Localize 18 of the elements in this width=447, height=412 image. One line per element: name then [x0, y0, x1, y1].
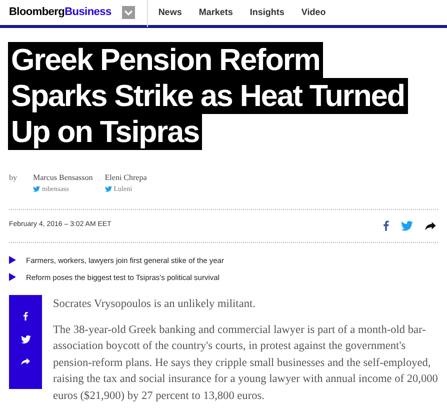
- share-icon[interactable]: [21, 358, 30, 365]
- byline-prefix: by: [9, 172, 17, 184]
- nav-link[interactable]: Video: [301, 6, 326, 20]
- author-name[interactable]: Marcus Bensasson: [33, 172, 93, 184]
- author-name[interactable]: Eleni Chrepa: [104, 172, 147, 184]
- twitter-icon: [104, 186, 112, 192]
- paragraph: Socrates Vrysopoulos is an unlikely militant.: [53, 297, 256, 312]
- nav-link[interactable]: Markets: [198, 6, 233, 20]
- share-icon[interactable]: [425, 222, 436, 230]
- nav-link[interactable]: Insights: [250, 6, 284, 20]
- dropdown-icon[interactable]: [122, 6, 136, 19]
- twitter-icon[interactable]: [20, 335, 30, 344]
- facebook-icon[interactable]: [23, 311, 28, 321]
- paragraph: The 38-year-old Greek banking and commercial lawyer is part of a month-old bar-association boycott of the country's courts, in protest against the government's pension-reform plans. He says they cripple small businesses and the self-employed, raising the tax and social insurance for a young lawyer with annual income of 20,000 euros ($21,900) by 27 percent to 13,800 euros.: [53, 322, 439, 404]
- twitter-icon: [33, 186, 40, 192]
- nav-link[interactable]: News: [158, 6, 182, 20]
- facebook-icon[interactable]: [383, 220, 389, 231]
- brand-logo[interactable]: BloombergBusiness: [9, 4, 112, 21]
